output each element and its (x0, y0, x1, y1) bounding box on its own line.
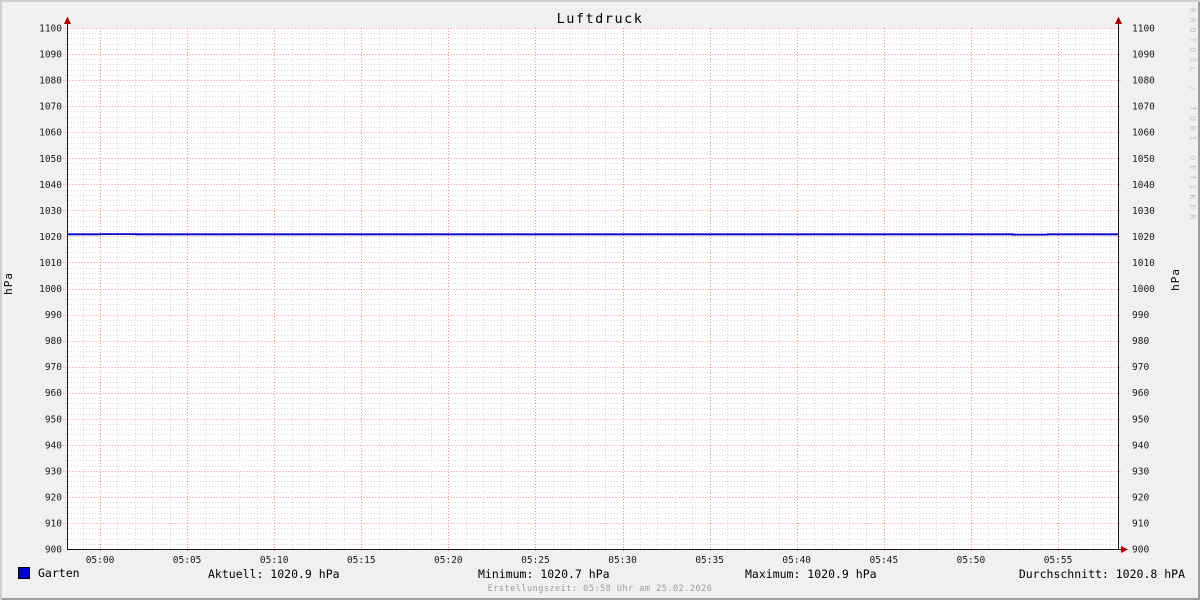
y-tick-label-left: 1030 (39, 206, 62, 217)
y-tick-label-right: 1090 (1132, 50, 1155, 61)
x-tick-label: 05:00 (86, 555, 115, 566)
y-tick-label-left: 1070 (39, 102, 62, 113)
y-tick-label-left: 930 (45, 466, 62, 477)
x-axis-arrow (1121, 546, 1128, 553)
y-tick-label-right: 940 (1132, 440, 1149, 451)
y-tick-label-left: 1060 (39, 128, 62, 139)
y-tick-label-left: 1100 (39, 24, 62, 35)
y-tick-label-right: 960 (1132, 388, 1149, 399)
y-tick-label-right: 990 (1132, 310, 1149, 321)
legend-swatch (18, 567, 30, 579)
x-tick-label: 05:40 (782, 555, 811, 566)
y-axis-unit-right: hPa (1169, 268, 1182, 291)
y-tick-label-right: 1080 (1132, 76, 1155, 87)
y-tick-label-left: 1020 (39, 232, 62, 243)
y-tick-label-right: 910 (1132, 518, 1149, 529)
legend-key: Garten (18, 566, 80, 580)
y-tick-label-right: 980 (1132, 336, 1149, 347)
x-tick-label: 05:15 (347, 555, 376, 566)
y-axis-arrow-left (64, 16, 71, 24)
stat-durchschnitt: Durchschnitt: 1020.8 hPA (1018, 567, 1185, 581)
y-tick-label-left: 1080 (39, 76, 62, 87)
x-tick-label: 05:10 (260, 555, 289, 566)
legend-row: Garten Aktuell: 1020.9 hPa Minimum: 1020… (0, 566, 1200, 582)
creation-timestamp: Erstellungszeit: 05:58 Uhr am 25.02.2026 (487, 584, 713, 594)
y-tick-label-right: 900 (1132, 545, 1149, 556)
y-tick-label-right: 1070 (1132, 102, 1155, 113)
y-tick-label-right: 1040 (1132, 180, 1155, 191)
y-tick-label-right: 1050 (1132, 154, 1155, 165)
y-tick-label-left: 940 (45, 440, 62, 451)
x-tick-label: 05:35 (695, 555, 724, 566)
x-tick-label: 05:25 (521, 555, 550, 566)
x-tick-label: 05:50 (957, 555, 986, 566)
y-tick-label-left: 990 (45, 310, 62, 321)
y-tick-label-right: 1000 (1132, 284, 1155, 295)
y-tick-label-right: 920 (1132, 492, 1149, 503)
y-tick-label-right: 970 (1132, 362, 1149, 373)
y-tick-label-right: 930 (1132, 466, 1149, 477)
stat-aktuell: Aktuell: 1020.9 hPa (208, 567, 340, 581)
y-tick-label-left: 1050 (39, 154, 62, 165)
y-tick-label-left: 970 (45, 362, 62, 373)
y-tick-label-right: 1030 (1132, 206, 1155, 217)
x-tick-label: 05:20 (434, 555, 463, 566)
stat-maximum: Maximum: 1020.9 hPa (745, 567, 877, 581)
y-tick-label-left: 1000 (39, 284, 62, 295)
y-tick-label-left: 910 (45, 518, 62, 529)
x-tick-label: 05:30 (608, 555, 637, 566)
y-axis-arrow-right (1115, 16, 1122, 24)
y-tick-label-left: 900 (45, 545, 62, 556)
y-tick-label-left: 980 (45, 336, 62, 347)
y-tick-label-right: 1100 (1132, 24, 1155, 35)
x-tick-label: 05:45 (870, 555, 899, 566)
y-tick-label-right: 1060 (1132, 128, 1155, 139)
y-axis-unit-left: hPa (2, 272, 15, 295)
x-tick-label: 05:05 (173, 555, 202, 566)
y-tick-label-left: 1010 (39, 258, 62, 269)
y-tick-label-right: 1020 (1132, 232, 1155, 243)
y-tick-label-left: 1090 (39, 50, 62, 61)
x-tick-label: 05:55 (1044, 555, 1073, 566)
stat-minimum: Minimum: 1020.7 hPa (478, 567, 610, 581)
rrdtool-graph: Luftdruck 900 900 910 910 920 920 930 930 940 940… (0, 0, 1200, 600)
data-line-garten (67, 233, 1118, 236)
y-tick-label-left: 950 (45, 414, 62, 425)
y-tick-label-left: 920 (45, 492, 62, 503)
chart-canvas: 900 900 910 910 920 920 930 930 940 940 950 950 960 9… (39, 16, 1155, 566)
y-tick-label-right: 950 (1132, 414, 1149, 425)
y-tick-label-left: 1040 (39, 180, 62, 191)
rrdtool-watermark: RRDTOOL / TOBI OETIKER (1188, 8, 1197, 224)
y-tick-label-right: 1010 (1132, 258, 1155, 269)
legend-series-label: Garten (38, 566, 80, 580)
y-tick-label-left: 960 (45, 388, 62, 399)
